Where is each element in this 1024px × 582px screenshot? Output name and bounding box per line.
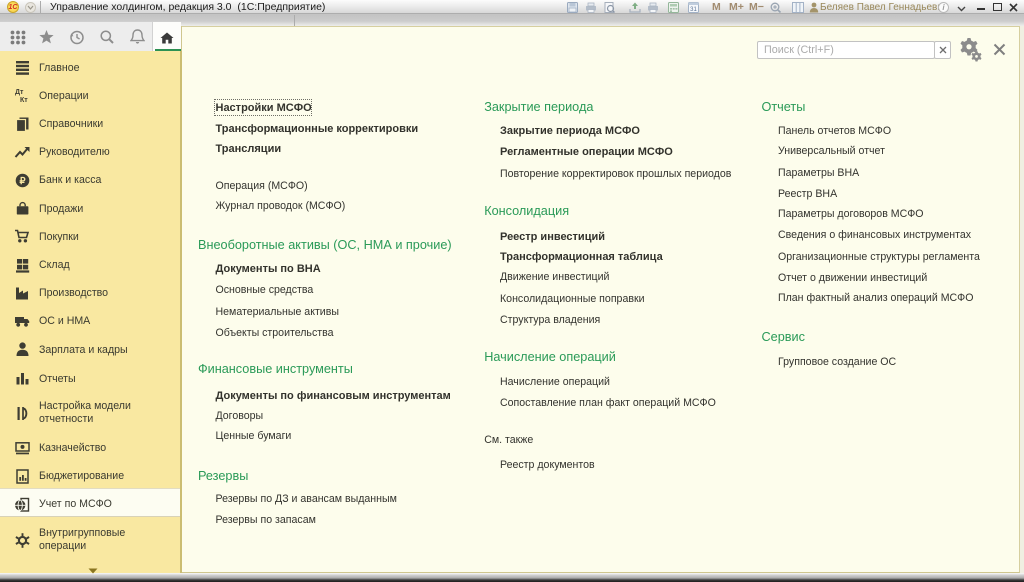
svg-text:₽: ₽ [19,176,26,187]
svg-text:Кт: Кт [20,97,28,104]
svg-text:Дт: Дт [15,89,24,96]
svg-text:31: 31 [690,7,697,13]
